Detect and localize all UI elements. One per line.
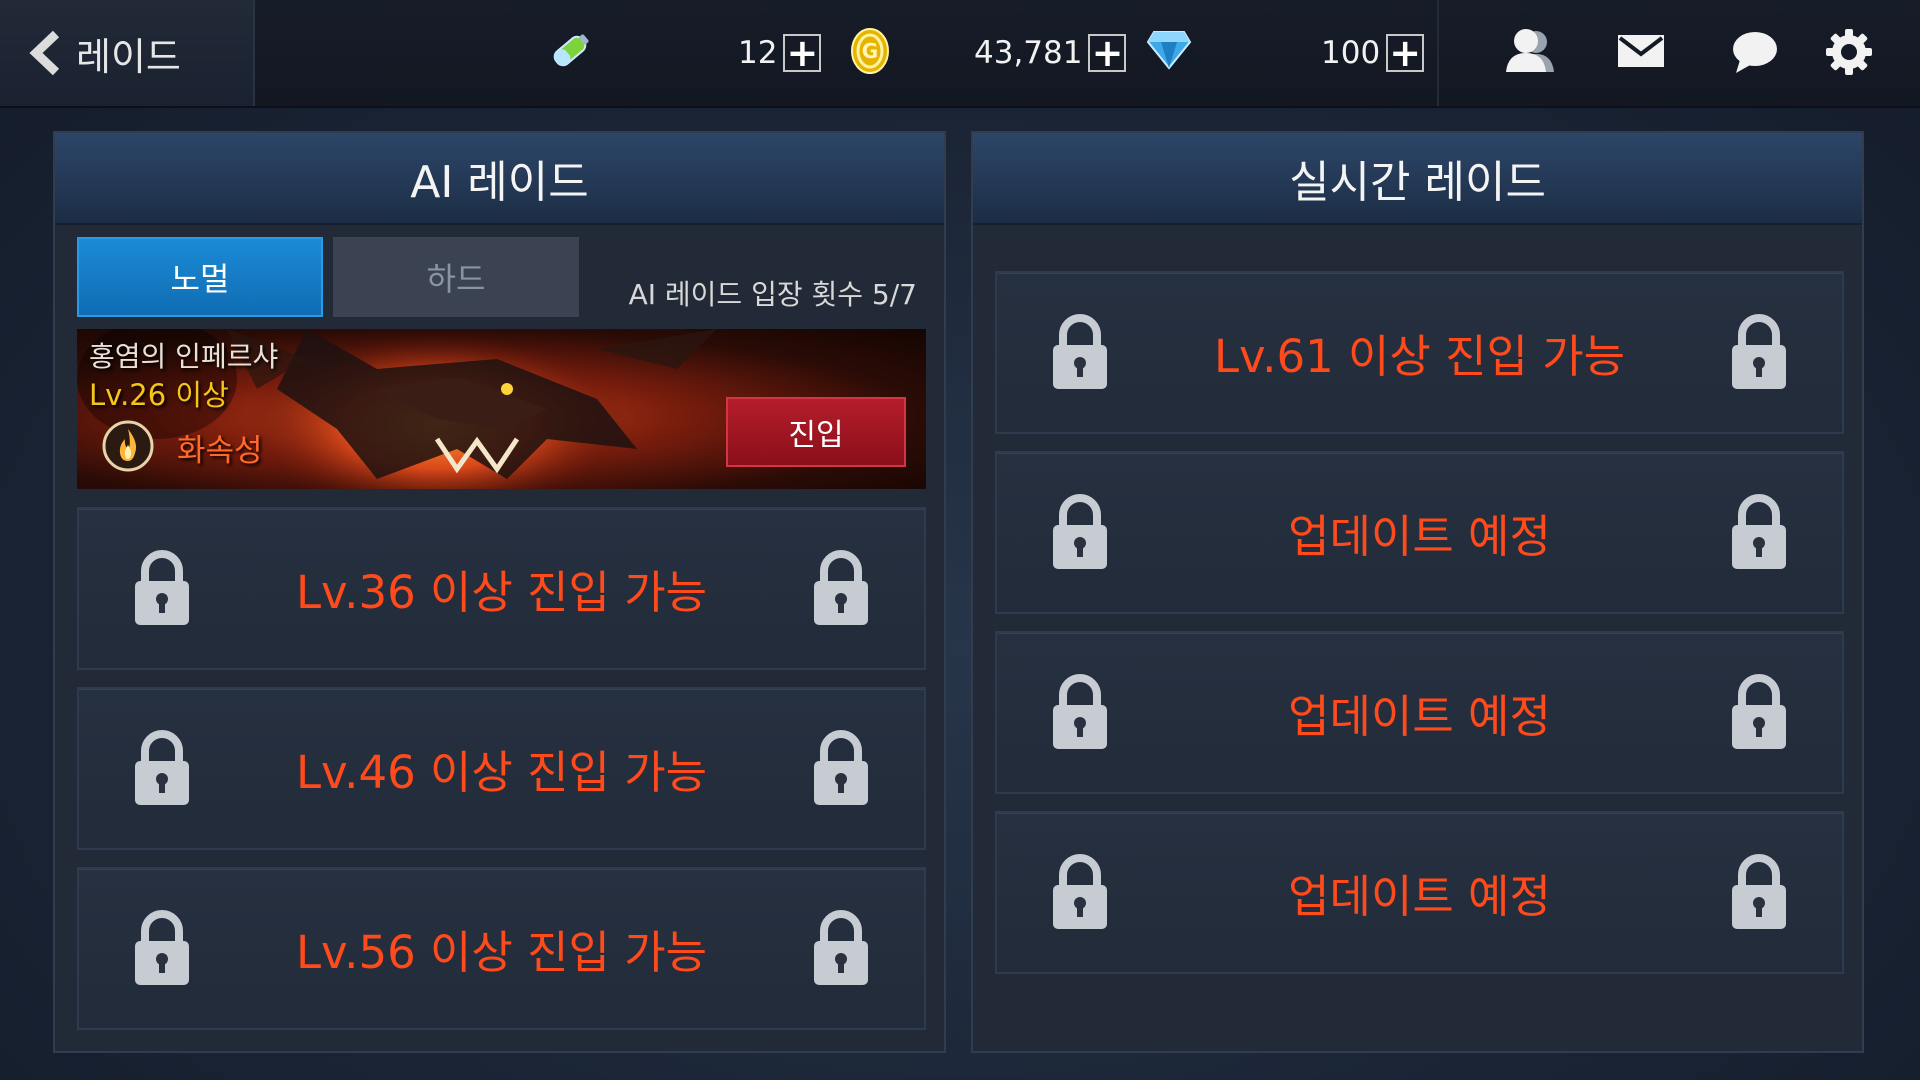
realtime-raid-panel: 실시간 레이드 Lv.61 이상 진입 가능 업데이트 예정 업데이트 예정 업… bbox=[971, 131, 1864, 1053]
gem-counter: 100 + bbox=[1321, 0, 1425, 106]
enter-raid-button[interactable]: 진입 bbox=[726, 397, 906, 467]
locked-raid-text: 업데이트 예정 bbox=[1288, 870, 1551, 923]
back-button[interactable]: 레이드 bbox=[28, 26, 181, 81]
locked-raid-text: Lv.61 이상 진입 가능 bbox=[1213, 330, 1626, 383]
locked-raid-slot: 업데이트 예정 bbox=[995, 631, 1844, 794]
locked-raid-text: Lv.46 이상 진입 가능 bbox=[295, 746, 708, 799]
chevron-left-icon bbox=[29, 30, 60, 76]
boss-level-requirement: Lv.26 이상 bbox=[89, 378, 229, 412]
locked-raid-slot: 업데이트 예정 bbox=[995, 451, 1844, 614]
mail-icon[interactable] bbox=[1617, 34, 1665, 72]
tab-hard[interactable]: 하드 bbox=[333, 237, 579, 317]
back-area: 레이드 bbox=[0, 0, 255, 106]
lock-icon bbox=[1732, 674, 1786, 749]
page-title: 레이드 bbox=[76, 34, 181, 79]
gold-coin-icon: G bbox=[848, 26, 892, 80]
lock-icon bbox=[1732, 314, 1786, 389]
friends-icon[interactable] bbox=[1504, 26, 1556, 80]
locked-raid-slot: Lv.46 이상 진입 가능 bbox=[77, 687, 926, 850]
boss-element: 화속성 bbox=[177, 433, 263, 469]
stamina-counter: 12 + bbox=[738, 0, 822, 106]
locked-raid-slot: Lv.36 이상 진입 가능 bbox=[77, 507, 926, 670]
locked-raid-text: 업데이트 예정 bbox=[1288, 510, 1551, 563]
locked-raid-slot: Lv.56 이상 진입 가능 bbox=[77, 867, 926, 1030]
locked-raid-slot: Lv.61 이상 진입 가능 bbox=[995, 271, 1844, 434]
ai-raid-title: AI 레이드 bbox=[55, 133, 944, 225]
add-gold-button[interactable]: + bbox=[1088, 34, 1127, 72]
realtime-raid-title: 실시간 레이드 bbox=[973, 133, 1862, 225]
stamina-value: 12 bbox=[738, 35, 778, 71]
chat-icon[interactable] bbox=[1732, 30, 1778, 78]
add-stamina-button[interactable]: + bbox=[783, 34, 822, 72]
ai-raid-panel: AI 레이드 노멀 하드 AI 레이드 입장 횟수 5/7 홍염의 인페르샤 L… bbox=[53, 131, 946, 1053]
tab-normal[interactable]: 노멀 bbox=[77, 237, 323, 317]
lock-icon bbox=[1732, 494, 1786, 569]
boss-name: 홍염의 인페르샤 bbox=[89, 340, 279, 373]
entry-count-text: AI 레이드 입장 횟수 5/7 bbox=[628, 278, 917, 311]
gold-value: 43,781 bbox=[974, 35, 1083, 71]
settings-gear-icon[interactable] bbox=[1825, 28, 1873, 80]
fire-element-icon bbox=[101, 419, 155, 477]
svg-text:G: G bbox=[862, 39, 878, 63]
locked-raid-text: 업데이트 예정 bbox=[1288, 690, 1551, 743]
locked-raid-text: Lv.56 이상 진입 가능 bbox=[295, 926, 708, 979]
top-bar: 레이드 12 + G 43,781 + 100 + bbox=[0, 0, 1920, 108]
gold-counter: 43,781 + bbox=[974, 0, 1127, 106]
gem-value: 100 bbox=[1321, 35, 1381, 71]
locked-raid-text: Lv.36 이상 진입 가능 bbox=[295, 566, 708, 619]
lock-icon bbox=[814, 550, 868, 625]
lock-icon bbox=[814, 730, 868, 805]
locked-raid-slot: 업데이트 예정 bbox=[995, 811, 1844, 974]
add-gem-button[interactable]: + bbox=[1386, 34, 1425, 72]
energy-potion-icon bbox=[543, 24, 597, 82]
diamond-icon bbox=[1146, 28, 1192, 76]
lock-icon bbox=[1732, 854, 1786, 929]
top-menu-icons bbox=[1437, 0, 1920, 106]
lock-icon bbox=[814, 910, 868, 985]
raid-boss-banner[interactable]: 홍염의 인페르샤 Lv.26 이상 화속성 진입 bbox=[77, 329, 926, 489]
